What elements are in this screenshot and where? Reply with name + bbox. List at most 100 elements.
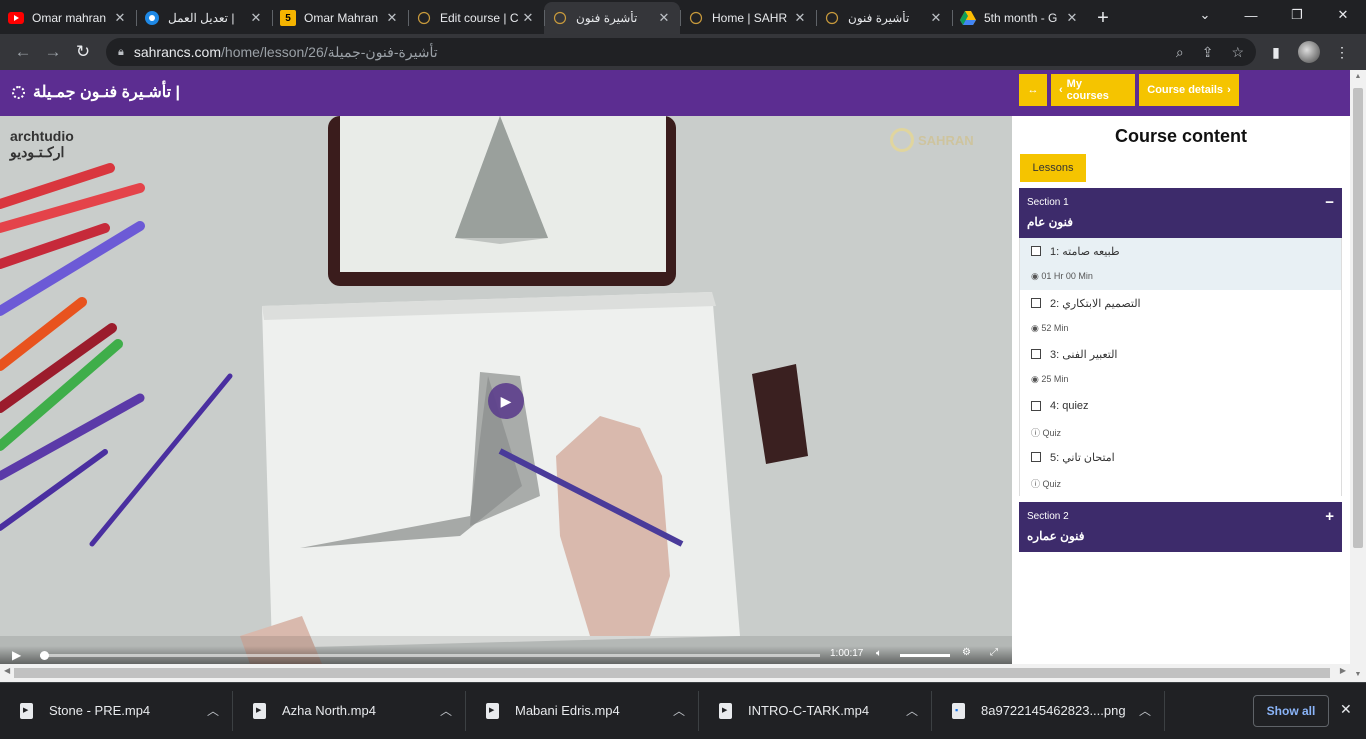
lesson-item[interactable]: 1: طبيعه صامته ◉ 01 Hr 00 Min	[1020, 238, 1341, 290]
course-details-button[interactable]: Course details ›	[1139, 74, 1239, 106]
archtudio-logo: archtudio ارکـتـوديو	[10, 128, 74, 160]
browser-tab[interactable]: Edit course | C ✕	[408, 2, 544, 34]
section-label: Section 1	[1027, 197, 1069, 208]
vertical-scrollbar[interactable]: ▲ ▼	[1350, 70, 1366, 682]
lesson-checkbox[interactable]	[1031, 452, 1041, 463]
collapse-minus-icon[interactable]: −	[1325, 194, 1334, 211]
close-window-icon[interactable]: ✕	[1320, 0, 1366, 30]
horizontal-scrollbar[interactable]: ◀ ▶	[0, 664, 1350, 682]
back-arrow-icon[interactable]: ←	[8, 37, 38, 67]
scrollbar-thumb[interactable]	[1353, 88, 1363, 548]
close-tab-icon[interactable]: ✕	[928, 10, 944, 26]
fullscreen-icon[interactable]: ⤢	[990, 647, 998, 658]
section-2-header[interactable]: Section 2 فنون عماره +	[1019, 502, 1342, 552]
share-icon[interactable]: ⇪	[1202, 44, 1214, 61]
gear-icon[interactable]: ⚙	[962, 647, 971, 658]
scroll-up-icon[interactable]: ▲	[1350, 70, 1366, 84]
restore-icon[interactable]: ❐	[1274, 0, 1320, 30]
youtube-icon	[8, 10, 24, 26]
tab-search-icon[interactable]: ⌄	[1182, 0, 1228, 30]
browser-tab-active[interactable]: تأشيرة فنون ✕	[544, 2, 680, 34]
show-all-button[interactable]: Show all	[1253, 695, 1329, 727]
bookmark-star-icon[interactable]: ☆	[1231, 44, 1244, 61]
new-tab-button[interactable]: +	[1088, 2, 1118, 34]
progress-handle[interactable]	[40, 651, 49, 660]
play-button[interactable]: ▶	[488, 383, 524, 419]
download-item[interactable]: 8a9722145462823....png ︿	[932, 683, 1165, 739]
window-controls: ⌄ — ❐ ✕	[1182, 0, 1366, 30]
close-tab-icon[interactable]: ✕	[656, 10, 672, 26]
video-file-icon	[719, 702, 732, 719]
lesson-checkbox[interactable]	[1031, 297, 1041, 308]
minimize-icon[interactable]: —	[1228, 0, 1274, 30]
scroll-down-icon[interactable]: ▼	[1350, 668, 1366, 682]
play-pause-icon[interactable]: ▶	[12, 648, 21, 662]
course-details-label: Course details	[1147, 84, 1224, 96]
lesson-item[interactable]: 5: امتحان تاني ⓘ Quiz	[1020, 444, 1341, 496]
scroll-right-icon[interactable]: ▶	[1340, 666, 1346, 675]
chevron-up-icon[interactable]: ︿	[904, 702, 920, 719]
close-tab-icon[interactable]: ✕	[520, 10, 536, 26]
browser-tab[interactable]: Home | SAHR ✕	[680, 2, 816, 34]
close-downloads-icon[interactable]: ✕	[1340, 701, 1352, 718]
chevron-up-icon[interactable]: ︿	[438, 702, 454, 719]
lock-icon[interactable]: 🔒︎	[118, 46, 124, 59]
close-tab-icon[interactable]: ✕	[1064, 10, 1080, 26]
tab-title: تأشيرة فنون	[576, 11, 638, 25]
lesson-item[interactable]: 3: التعبير الفنى ◉ 25 Min	[1020, 341, 1341, 393]
volume-slider[interactable]	[900, 654, 950, 657]
download-item[interactable]: Azha North.mp4 ︿	[233, 683, 466, 739]
download-item[interactable]: Stone - PRE.mp4 ︿	[0, 683, 233, 739]
scroll-left-icon[interactable]: ◀	[4, 666, 10, 675]
lesson-title: 1: طبيعه صامته	[1050, 246, 1120, 258]
expand-plus-icon[interactable]: +	[1325, 508, 1334, 525]
reload-icon[interactable]: ↻	[68, 37, 98, 67]
close-tab-icon[interactable]: ✕	[792, 10, 808, 26]
my-courses-button[interactable]: ‹ My courses	[1051, 74, 1135, 106]
spinner-icon	[688, 10, 704, 26]
lesson-duration: 25 Min	[1041, 374, 1069, 385]
progress-bar[interactable]	[40, 654, 820, 657]
drive-icon	[960, 10, 976, 26]
tab-title: تأشيرة فنون	[848, 11, 910, 25]
video-player[interactable]: archtudio ارکـتـوديو SAHRAN ▶ ▶ 1:00:17 …	[0, 116, 1012, 664]
my-courses-label: My courses	[1066, 78, 1109, 102]
circle-icon	[144, 10, 160, 26]
lessons-tab[interactable]: Lessons	[1020, 154, 1086, 182]
zoom-search-icon[interactable]: ⌕	[1176, 44, 1184, 61]
address-bar[interactable]: 🔒︎ sahrancs.com /home/lesson/26/تأشيرة-ف…	[106, 38, 1256, 66]
browser-tab[interactable]: 5th month - G ✕	[952, 2, 1088, 34]
chevron-up-icon[interactable]: ︿	[1137, 702, 1153, 719]
section-1-header[interactable]: Section 1 فنون عام −	[1019, 188, 1342, 238]
browser-tab[interactable]: تعديل العمل | ✕	[136, 2, 272, 34]
profile-avatar[interactable]	[1298, 41, 1320, 63]
scrollbar-thumb[interactable]	[14, 668, 1330, 678]
close-tab-icon[interactable]: ✕	[384, 10, 400, 26]
forward-arrow-icon[interactable]: →	[38, 37, 68, 67]
logo-text-latin: archtudio	[10, 128, 74, 144]
chevron-up-icon[interactable]: ︿	[205, 702, 221, 719]
logo-text-arabic: ارکـتـوديو	[10, 144, 65, 160]
image-file-icon	[952, 702, 965, 719]
lesson-item[interactable]: 2: التصميم الابتكاري ◉ 52 Min	[1020, 290, 1341, 342]
lesson-checkbox[interactable]	[1031, 246, 1041, 256]
side-panel-icon[interactable]: ▮	[1264, 40, 1288, 64]
lesson-item[interactable]: 4: quiez ⓘ Quiz	[1020, 393, 1341, 445]
volume-icon[interactable]: 🔈︎	[876, 648, 882, 659]
lesson-title: 4: quiez	[1050, 399, 1089, 412]
section-label: Section 2	[1027, 511, 1069, 522]
close-tab-icon[interactable]: ✕	[248, 10, 264, 26]
chevron-right-icon: ›	[1227, 84, 1231, 96]
lesson-checkbox[interactable]	[1031, 349, 1041, 360]
chevron-up-icon[interactable]: ︿	[671, 702, 687, 719]
menu-kebab-icon[interactable]: ⋮	[1330, 40, 1354, 64]
browser-tab[interactable]: 5 Omar Mahran ✕	[272, 2, 408, 34]
toggle-sidebar-button[interactable]: ↔	[1019, 74, 1047, 106]
browser-tab-bar: Omar mahran ✕ تعديل العمل | ✕ 5 Omar Mah…	[0, 0, 1366, 34]
browser-tab[interactable]: تأشيرة فنون ✕	[816, 2, 952, 34]
lesson-checkbox[interactable]	[1031, 400, 1041, 411]
download-item[interactable]: INTRO-C-TARK.mp4 ︿	[699, 683, 932, 739]
close-tab-icon[interactable]: ✕	[112, 10, 128, 26]
browser-tab[interactable]: Omar mahran ✕	[0, 2, 136, 34]
download-item[interactable]: Mabani Edris.mp4 ︿	[466, 683, 699, 739]
